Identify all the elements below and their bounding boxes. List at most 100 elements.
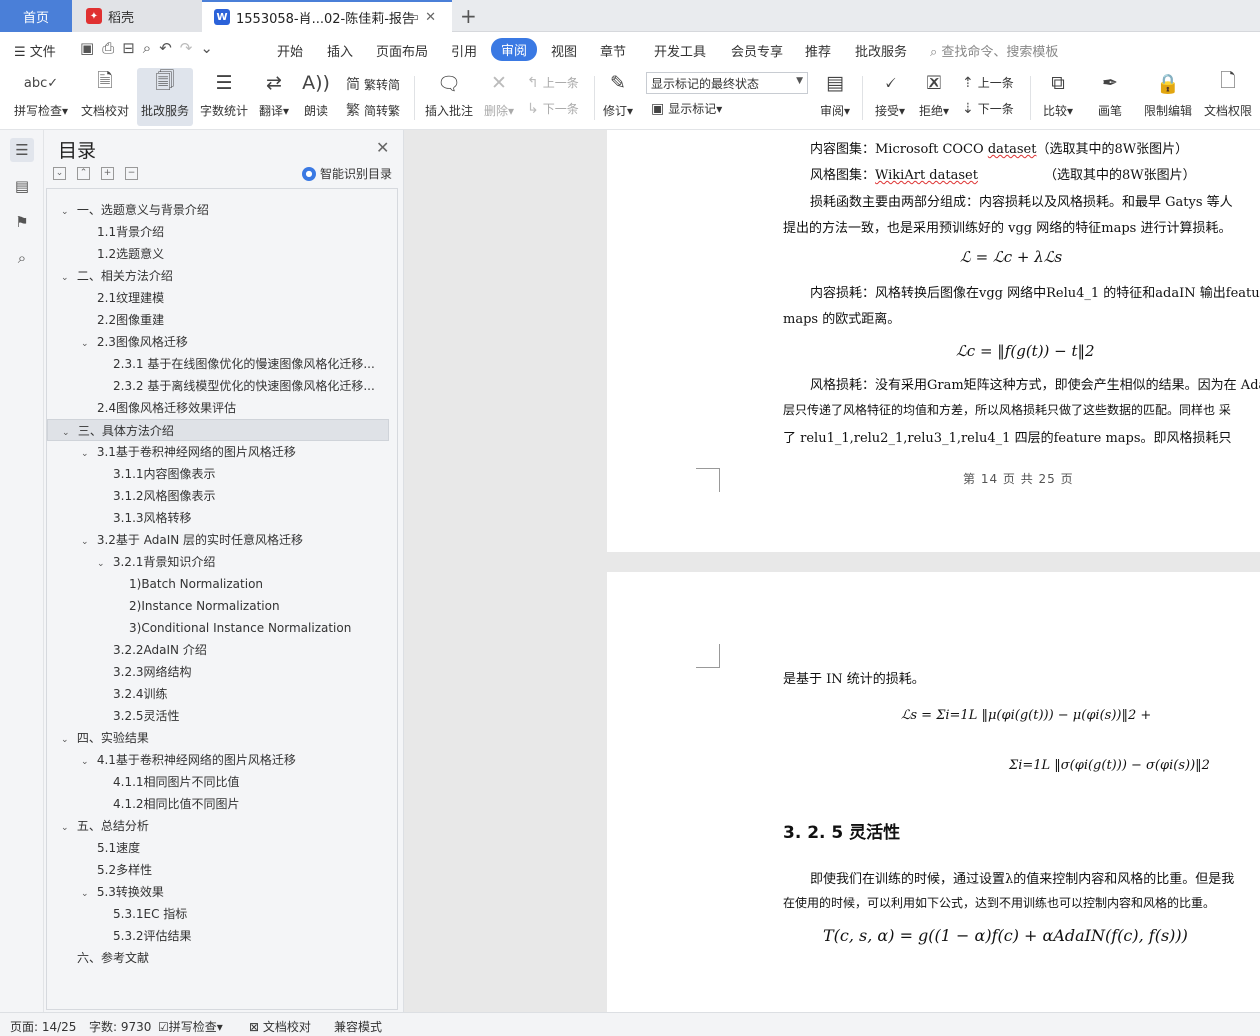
toc-item[interactable]: 2)Instance Normalization bbox=[47, 595, 389, 617]
ink-button[interactable]: ✒ 画笔 bbox=[1092, 68, 1128, 126]
toc-item[interactable]: 5.3.1EC 指标 bbox=[47, 903, 389, 925]
add-tab-icon[interactable]: + bbox=[460, 4, 477, 28]
toc-item[interactable]: ⌄ 一、选题意义与背景介绍 bbox=[47, 199, 389, 221]
toc-item[interactable]: ⌄ 二、相关方法介绍 bbox=[47, 265, 389, 287]
read-aloud-button[interactable]: A)) 朗读 bbox=[298, 68, 334, 126]
file-menu[interactable]: ☰ 文件 bbox=[14, 41, 56, 60]
chapter-nav-icon[interactable]: ▤ bbox=[10, 174, 34, 198]
menu-recommend[interactable]: 推荐 bbox=[805, 41, 831, 60]
review-pane-button[interactable]: ▤ 审阅▾ bbox=[816, 68, 854, 126]
collapse-icon[interactable]: − bbox=[125, 167, 138, 180]
toc-item[interactable]: 5.2多样性 bbox=[47, 859, 389, 881]
menu-chapter[interactable]: 章节 bbox=[600, 41, 626, 60]
toc-item[interactable]: 2.3.2 基于离线模型优化的快速图像风格化迁移... bbox=[47, 375, 389, 397]
correction-service-button[interactable]: 🗐 批改服务 bbox=[137, 68, 193, 126]
chevron-down-icon[interactable]: ⌄ bbox=[61, 729, 73, 749]
prev-comment-button[interactable]: ↰ 上一条 bbox=[527, 74, 579, 91]
menu-member[interactable]: 会员专享 bbox=[731, 41, 783, 60]
menu-references[interactable]: 引用 bbox=[451, 41, 477, 60]
doc-proof-status[interactable]: ⊠ 文档校对 bbox=[249, 1018, 311, 1035]
chevron-down-icon[interactable]: ⌄ bbox=[81, 333, 93, 353]
print-preview-icon[interactable]: ⌕ bbox=[143, 39, 159, 57]
tab-document[interactable]: W 1553058-肖...02-陈佳莉-报告 ▭✕ bbox=[202, 0, 452, 32]
toc-item[interactable]: 2.1纹理建模 bbox=[47, 287, 389, 309]
chevron-down-icon[interactable]: ⌄ bbox=[62, 422, 74, 440]
close-icon[interactable]: ✕ bbox=[376, 138, 389, 157]
redo-icon[interactable]: ↷ bbox=[180, 39, 201, 57]
tab-home[interactable]: 首页 bbox=[0, 0, 72, 32]
toc-item[interactable]: 2.4图像风格迁移效果评估 bbox=[47, 397, 389, 419]
expand-all-icon[interactable]: + bbox=[101, 167, 114, 180]
save-icon[interactable]: ▣ bbox=[80, 39, 102, 57]
bookmark-icon[interactable]: ⚑ bbox=[10, 210, 34, 234]
toc-item[interactable]: 3.1.1内容图像表示 bbox=[47, 463, 389, 485]
restrict-edit-button[interactable]: 🔒 限制编辑 bbox=[1140, 68, 1196, 126]
toc-item[interactable]: 2.2图像重建 bbox=[47, 309, 389, 331]
chevron-down-icon[interactable]: ⌄ bbox=[81, 443, 93, 463]
toc-item[interactable]: 1.1背景介绍 bbox=[47, 221, 389, 243]
document-page[interactable]: 内容图集：Microsoft COCO dataset（选取其中的8W张图片） … bbox=[607, 130, 1260, 552]
spell-check-status[interactable]: ☑拼写检查▾ bbox=[158, 1018, 223, 1035]
prev-change-button[interactable]: ⇡ 上一条 bbox=[962, 74, 1014, 91]
toc-item[interactable]: 3)Conditional Instance Normalization bbox=[47, 617, 389, 639]
toc-item[interactable]: 4.1.2相同比值不同图片 bbox=[47, 793, 389, 815]
markup-state-select[interactable]: 显示标记的最终状态 ▼ bbox=[646, 72, 808, 94]
toc-item[interactable]: 3.2.4训练 bbox=[47, 683, 389, 705]
menu-page-layout[interactable]: 页面布局 bbox=[376, 41, 428, 60]
chevron-down-icon[interactable]: ⌄ bbox=[81, 751, 93, 771]
tab-daoke[interactable]: ✦ 稻壳 bbox=[72, 0, 202, 32]
trad-to-simp-button[interactable]: 简繁转简 bbox=[346, 74, 400, 94]
insert-comment-button[interactable]: 🗨 插入批注 bbox=[422, 68, 476, 126]
toc-item[interactable]: 3.1.2风格图像表示 bbox=[47, 485, 389, 507]
menu-insert[interactable]: 插入 bbox=[327, 41, 353, 60]
doc-permission-button[interactable]: 🗋 文档权限 bbox=[1200, 68, 1256, 126]
toc-item[interactable]: 1)Batch Normalization bbox=[47, 573, 389, 595]
translate-button[interactable]: ⇄ 翻译▾ bbox=[255, 68, 293, 126]
undo-icon[interactable]: ↶ bbox=[159, 39, 180, 57]
compare-button[interactable]: ⧉ 比较▾ bbox=[1038, 68, 1078, 126]
toc-item[interactable]: ⌄ 五、总结分析 bbox=[47, 815, 389, 837]
toc-item[interactable]: ⌄ 2.3图像风格迁移 bbox=[47, 331, 389, 353]
document-page[interactable]: 是基于 IN 统计的损耗。 ℒs = Σi=1L ‖μ(φi(g(t))) − … bbox=[607, 572, 1260, 1012]
toc-panel-icon[interactable]: ☰ bbox=[10, 138, 34, 162]
toc-item[interactable]: 3.2.5灵活性 bbox=[47, 705, 389, 727]
toc-item[interactable]: ⌄ 4.1基于卷积神经网络的图片风格迁移 bbox=[47, 749, 389, 771]
page-indicator[interactable]: 页面: 14/25 bbox=[10, 1018, 76, 1035]
toc-item[interactable]: 1.2选题意义 bbox=[47, 243, 389, 265]
toc-item[interactable]: 六、参考文献 bbox=[47, 947, 389, 969]
chevron-down-icon[interactable]: ⌄ bbox=[61, 267, 73, 287]
toc-item[interactable]: 4.1.1相同图片不同比值 bbox=[47, 771, 389, 793]
toc-item[interactable]: ⌄ 3.1基于卷积神经网络的图片风格迁移 bbox=[47, 441, 389, 463]
chevron-down-icon[interactable]: ⌄ bbox=[61, 201, 73, 221]
toc-item[interactable]: 5.1速度 bbox=[47, 837, 389, 859]
toc-item[interactable]: ⌄ 3.2.1背景知识介绍 bbox=[47, 551, 389, 573]
smart-toc-button[interactable]: ● 智能识别目录 bbox=[302, 165, 392, 182]
simp-to-trad-button[interactable]: 繁简转繁 bbox=[346, 100, 400, 120]
menu-view[interactable]: 视图 bbox=[551, 41, 577, 60]
toc-item[interactable]: 2.3.1 基于在线图像优化的慢速图像风格化迁移... bbox=[47, 353, 389, 375]
chevron-down-icon[interactable]: ⌄ bbox=[81, 531, 93, 551]
chevron-down-icon[interactable]: ⌄ bbox=[61, 817, 73, 837]
chevron-down-icon[interactable]: ⌄ bbox=[97, 553, 109, 573]
word-count-button[interactable]: ☰ 字数统计 bbox=[198, 68, 250, 126]
show-markup-button[interactable]: ▣ 显示标记 ▾ bbox=[651, 100, 722, 117]
doc-proof-button[interactable]: 🗎 文档校对 bbox=[78, 68, 132, 126]
word-count-indicator[interactable]: 字数: 9730 bbox=[89, 1018, 151, 1035]
command-search[interactable]: ⌕ 查找命令、搜索模板 bbox=[930, 41, 1058, 60]
more-dropdown-icon[interactable]: ⌄ bbox=[200, 39, 221, 57]
menu-review[interactable]: 审阅 bbox=[491, 38, 538, 61]
menu-start[interactable]: 开始 bbox=[277, 41, 303, 60]
accept-button[interactable]: 🗸 接受▾ bbox=[870, 68, 910, 126]
expand-up-icon[interactable]: ⌃ bbox=[77, 167, 90, 180]
toc-item[interactable]: ⌄ 3.2基于 AdaIN 层的实时任意风格迁移 bbox=[47, 529, 389, 551]
toc-item[interactable]: 3.2.2AdaIN 介绍 bbox=[47, 639, 389, 661]
toc-item[interactable]: 5.3.2评估结果 bbox=[47, 925, 389, 947]
toc-item[interactable]: 3.2.3网络结构 bbox=[47, 661, 389, 683]
delete-comment-button[interactable]: ✕ 删除▾ bbox=[480, 68, 518, 126]
toc-item[interactable]: ⌄ 5.3转换效果 bbox=[47, 881, 389, 903]
toc-item[interactable]: 3.1.3风格转移 bbox=[47, 507, 389, 529]
menu-correction[interactable]: 批改服务 bbox=[855, 41, 907, 60]
export-icon[interactable]: ⎙ bbox=[102, 39, 122, 57]
next-change-button[interactable]: ⇣ 下一条 bbox=[962, 100, 1014, 117]
print-icon[interactable]: ⊟ bbox=[122, 39, 143, 57]
